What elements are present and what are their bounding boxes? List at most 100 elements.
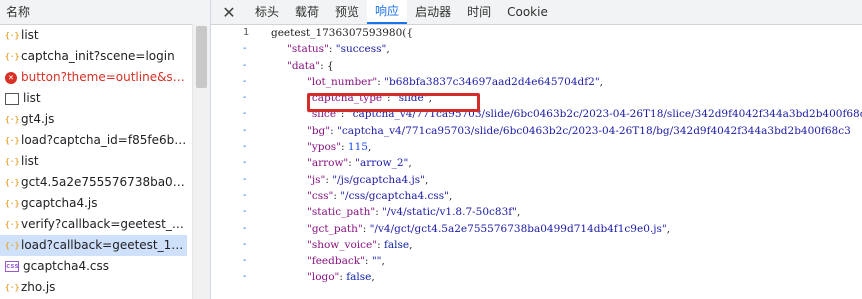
document-icon bbox=[5, 92, 19, 105]
line-dash: - bbox=[243, 108, 247, 120]
script-icon: {·} bbox=[5, 156, 20, 166]
request-row[interactable]: {·} load?captcha_id=f85fe6bdf... bbox=[0, 130, 187, 151]
code-token: , bbox=[517, 206, 521, 219]
code-token: : { bbox=[320, 59, 334, 72]
tab-4[interactable]: 启动器 bbox=[407, 0, 459, 24]
script-icon: {·} bbox=[5, 219, 20, 229]
tab-1[interactable]: 载荷 bbox=[287, 0, 327, 24]
tab-2[interactable]: 预览 bbox=[327, 0, 367, 24]
tab-5[interactable]: 时间 bbox=[459, 0, 499, 24]
request-row[interactable]: {·} list bbox=[0, 25, 187, 46]
code-token: "/v4/gct/gct4.5a2e755576738ba0499d714db4… bbox=[369, 222, 667, 235]
line-number: 1 bbox=[242, 27, 249, 38]
stylesheet-icon: css bbox=[5, 261, 19, 272]
request-name: list bbox=[21, 28, 39, 42]
line-dash: - bbox=[243, 173, 247, 185]
request-list-scrollbar[interactable] bbox=[192, 24, 210, 299]
code-line: - "logo": false, bbox=[211, 269, 862, 285]
code-line: - "js": "/js/gcaptcha4.js", bbox=[211, 172, 862, 188]
tab-3[interactable]: 响应 bbox=[367, 0, 408, 24]
code-token: , bbox=[367, 141, 372, 154]
code-token: "/css/gcaptcha4.css" bbox=[340, 189, 449, 202]
code-token: , bbox=[409, 238, 413, 251]
code-token: "/v4/static/v1.8.7-50c83f" bbox=[382, 206, 517, 219]
code-token: : bbox=[362, 222, 370, 235]
code-token: geetest_1736307593980({ bbox=[271, 27, 414, 39]
code-token: , bbox=[449, 189, 453, 202]
code-token: "status" bbox=[287, 43, 329, 56]
request-row[interactable]: {·} gcaptcha4.js bbox=[0, 193, 187, 214]
tab-0[interactable]: 标头 bbox=[247, 0, 287, 24]
response-viewer[interactable]: 1 geetest_1736307593980({- "status": "succ… bbox=[211, 25, 862, 299]
request-row[interactable]: {·} list bbox=[0, 151, 187, 172]
line-dash: - bbox=[243, 189, 247, 201]
error-icon: ✕ bbox=[5, 71, 17, 84]
request-row[interactable]: css gcaptcha4.css bbox=[0, 256, 187, 277]
code-text: "bg": "captcha_v4/771ca95703/slide/6bc04… bbox=[307, 123, 851, 139]
request-row[interactable]: {·} zho.js bbox=[0, 277, 187, 298]
request-name: list bbox=[23, 91, 41, 105]
code-token: "gct_path" bbox=[307, 222, 363, 235]
code-text: geetest_1736307593980({ bbox=[271, 25, 413, 41]
code-token: : bbox=[330, 124, 337, 137]
code-token: "bg" bbox=[307, 124, 331, 137]
code-line: - "ypos": 115, bbox=[211, 139, 862, 155]
code-line: - "data": { bbox=[211, 58, 862, 74]
detail-tabs: 标头 载荷 预览 响应 启动器 时间 Cookie bbox=[247, 0, 556, 24]
code-token: "js" bbox=[307, 173, 326, 186]
request-row[interactable]: ✕ button?theme=outline&size=m... bbox=[0, 67, 187, 88]
code-line: - "css": "/css/gcaptcha4.css", bbox=[211, 188, 862, 204]
code-text: "static_path": "/v4/static/v1.8.7-50c83f… bbox=[307, 204, 520, 220]
request-row[interactable]: {·}verify?callback=geetest_173... bbox=[0, 214, 187, 235]
code-text: "js": "/js/gcaptcha4.js", bbox=[307, 172, 428, 188]
code-line: - "bg": "captcha_v4/771ca95703/slide/6bc0… bbox=[211, 123, 862, 139]
request-name: load?captcha_id=f85fe6bdf... bbox=[21, 133, 187, 147]
script-icon: {·} bbox=[5, 51, 20, 61]
code-token: , bbox=[666, 222, 671, 235]
request-row[interactable]: list bbox=[0, 88, 187, 109]
code-token: "captcha_v4/771ca95703/slide/6bc0463b2c/… bbox=[337, 124, 851, 137]
script-icon: {·} bbox=[5, 30, 20, 40]
code-token: "feedback" bbox=[307, 255, 365, 268]
code-text: "lot_number": "b68bfa3837c34697aad2d4e64… bbox=[307, 74, 603, 90]
line-dash: - bbox=[243, 75, 247, 87]
tab-6[interactable]: Cookie bbox=[499, 0, 556, 24]
code-line: - "gct_path": "/v4/gct/gct4.5a2e755576738… bbox=[211, 221, 862, 237]
line-dash: - bbox=[243, 255, 247, 267]
code-token: "ypos" bbox=[307, 141, 342, 154]
close-icon[interactable]: ✕ bbox=[211, 3, 247, 22]
code-token: "lot_number" bbox=[307, 75, 378, 88]
code-token: "arrow_2" bbox=[355, 157, 409, 170]
script-icon: {·} bbox=[5, 198, 20, 208]
code-line: - "status": "success", bbox=[211, 41, 862, 57]
script-icon: {·} bbox=[5, 282, 20, 292]
code-token: "/js/gcaptcha4.js" bbox=[332, 173, 425, 186]
name-column-header[interactable]: 名称 bbox=[0, 0, 210, 25]
scrollbar-thumb[interactable] bbox=[196, 26, 207, 88]
code-line: - "arrow": "arrow_2", bbox=[211, 155, 862, 171]
code-token: , bbox=[424, 173, 429, 186]
code-token: : bbox=[341, 141, 348, 154]
request-row[interactable]: {·} load?callback=geetest_173... bbox=[0, 235, 187, 256]
line-dash: - bbox=[243, 222, 247, 234]
code-token: , bbox=[408, 157, 412, 170]
request-row[interactable]: {·} captcha_init?scene=login bbox=[0, 46, 187, 67]
code-token: "success" bbox=[335, 43, 387, 56]
code-text: "gct_path": "/v4/gct/gct4.5a2e755576738b… bbox=[307, 221, 670, 237]
request-name: gct4.5a2e755576738ba0499... bbox=[21, 175, 187, 189]
request-row[interactable]: {·}gct4.5a2e755576738ba0499... bbox=[0, 172, 187, 193]
code-token: : bbox=[328, 43, 336, 56]
request-name: captcha_init?scene=login bbox=[21, 49, 175, 63]
request-row[interactable]: {·} gt4.js bbox=[0, 109, 187, 130]
line-dash: - bbox=[243, 206, 247, 218]
request-name: zho.js bbox=[21, 280, 56, 294]
code-text: "arrow": "arrow_2", bbox=[307, 155, 412, 171]
request-list-panel: 名称 {·} list {·} captcha_init?scene=login ✕ bu… bbox=[0, 0, 211, 299]
code-token: , bbox=[386, 43, 390, 56]
code-text: "css": "/css/gcaptcha4.css", bbox=[307, 188, 452, 204]
code-token: "css" bbox=[307, 189, 334, 202]
code-token: : bbox=[377, 238, 384, 251]
code-line: - "feedback": "", bbox=[211, 253, 862, 269]
code-line: - "static_path": "/v4/static/v1.8.7-50c83… bbox=[211, 204, 862, 220]
code-line: - "lot_number": "b68bfa3837c34697aad2d4e6… bbox=[211, 74, 862, 90]
